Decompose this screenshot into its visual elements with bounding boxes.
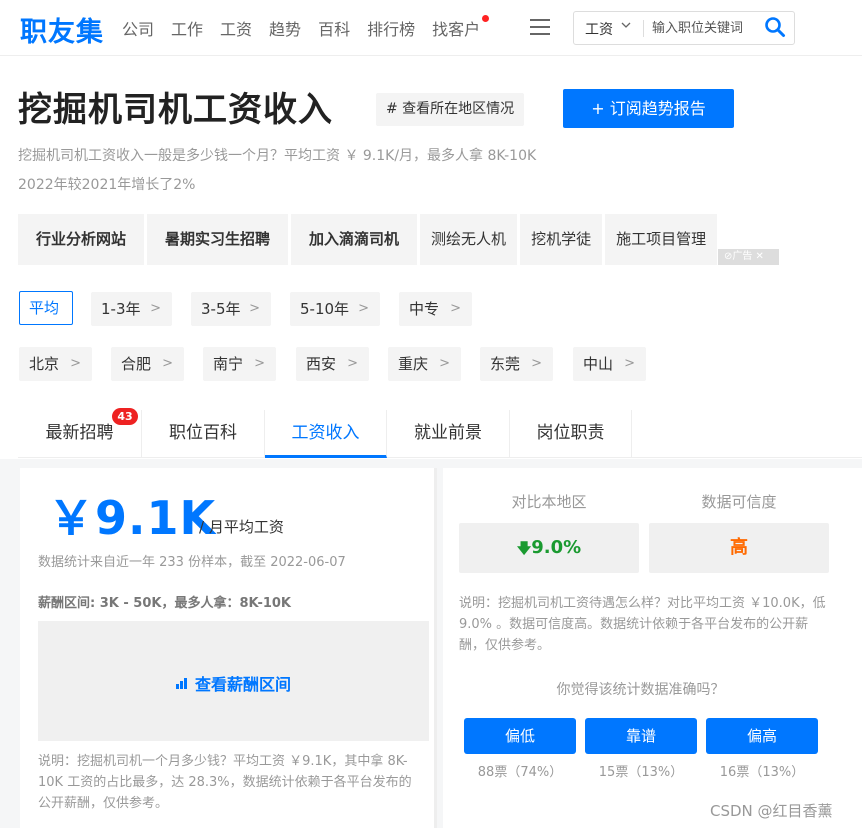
salary-description: 说明：挖掘机司机一个月多少钱？平均工资 ￥9.1K，其中拿 8K-10K 工资的…: [38, 754, 412, 811]
tab-label: 最新招聘: [45, 423, 114, 443]
vote-accurate-button[interactable]: 靠谱: [585, 718, 697, 754]
vote-count: 15票（13%）: [598, 765, 684, 780]
filter-experience[interactable]: 5-10年 >: [290, 292, 380, 326]
tab-job-duties[interactable]: 岗位职责: [510, 410, 632, 458]
chevron-right-icon: >: [162, 356, 173, 371]
chevron-right-icon: >: [531, 356, 542, 371]
chevron-right-icon: >: [358, 301, 369, 316]
filter-city[interactable]: 西安 >: [296, 347, 369, 381]
view-range-link[interactable]: 查看薪酬区间: [176, 671, 291, 695]
chevron-right-icon: >: [249, 301, 260, 316]
tab-salary-income[interactable]: 工资收入: [265, 410, 387, 458]
filter-city[interactable]: 北京 >: [19, 347, 92, 381]
nav-jobs[interactable]: 工作: [171, 16, 203, 40]
region-tag-button[interactable]: # 查看所在地区情况: [376, 93, 525, 126]
chevron-down-icon[interactable]: [621, 20, 631, 33]
growth-text: 2022年较2021年增长了2%: [18, 177, 196, 193]
filter-label: 东莞: [490, 355, 521, 373]
filter-label: 北京: [29, 355, 60, 373]
search-box: 工资: [573, 11, 795, 45]
accuracy-question: 你觉得该统计数据准确吗？: [556, 682, 725, 698]
ad-link[interactable]: 挖机学徒: [520, 214, 603, 265]
average-salary: ￥9.1K: [48, 491, 217, 545]
filter-label: 5-10年: [300, 300, 350, 318]
ad-link[interactable]: 测绘无人机: [420, 214, 518, 265]
ad-mark[interactable]: ⊘广告 ✕: [718, 249, 779, 265]
filter-city[interactable]: 南宁 >: [203, 347, 276, 381]
search-category[interactable]: 工资: [585, 19, 613, 39]
nav-salary[interactable]: 工资: [220, 16, 252, 40]
nav-wiki[interactable]: 百科: [318, 16, 350, 40]
tab-latest-jobs[interactable]: 最新招聘 43: [18, 408, 142, 458]
search-input[interactable]: [652, 18, 762, 38]
search-divider: [643, 20, 644, 37]
chevron-right-icon: >: [254, 356, 265, 371]
subscribe-button[interactable]: + 订阅趋势报告: [563, 89, 734, 128]
filter-city[interactable]: 重庆 >: [388, 347, 461, 381]
local-compare-percent: 9.0%: [531, 537, 582, 558]
filter-label: 南宁: [213, 355, 244, 373]
chevron-right-icon: >: [450, 301, 461, 316]
ad-links: 行业分析网站 暑期实习生招聘 加入滴滴司机 测绘无人机 挖机学徒 施工项目管理: [18, 214, 720, 265]
local-compare-label: 对比本地区: [511, 493, 587, 511]
chevron-right-icon: >: [439, 356, 450, 371]
ad-link[interactable]: 施工项目管理: [605, 214, 718, 265]
filter-label: 3-5年: [201, 300, 241, 318]
filter-label: 重庆: [398, 355, 429, 373]
nav-trends[interactable]: 趋势: [269, 16, 301, 40]
menu-icon[interactable]: [530, 19, 550, 36]
chevron-right-icon: >: [624, 356, 635, 371]
trust-label: 数据可信度: [701, 493, 777, 511]
compare-description: 说明：挖掘机司机工资待遇怎么样？对比平均工资 ￥10.0K，低 9.0% 。数据…: [459, 596, 826, 653]
arrow-down-icon: 🡇: [516, 541, 532, 557]
sample-note: 数据统计来自近一年 233 份样本，截至 2022-06-07: [38, 555, 346, 570]
chevron-right-icon: >: [70, 356, 81, 371]
bar-chart-icon: [176, 677, 190, 689]
count-badge: 43: [112, 408, 138, 425]
vote-high-button[interactable]: 偏高: [706, 718, 818, 754]
salary-unit: / 月平均工资: [199, 518, 284, 536]
filter-label: 1-3年: [101, 300, 141, 318]
tab-employment-outlook[interactable]: 就业前景: [387, 410, 510, 458]
main-nav: 公司 工作 工资 趋势 百科 排行榜 找客户: [122, 15, 497, 40]
notification-dot: [482, 15, 490, 22]
filter-label: 中山: [583, 355, 614, 373]
watermark: CSDN @红目香薰: [710, 802, 833, 820]
top-bar: 职友集 公司 工作 工资 趋势 百科 排行榜 找客户 工资: [0, 0, 862, 56]
view-range-label: 查看薪酬区间: [195, 675, 292, 694]
nav-find-clients[interactable]: 找客户: [432, 15, 490, 40]
chevron-right-icon: >: [150, 301, 161, 316]
nav-find-clients-label: 找客户: [432, 20, 481, 39]
filter-label: 合肥: [121, 355, 152, 373]
ad-link[interactable]: 暑期实习生招聘: [147, 214, 289, 265]
section-tabs: 最新招聘 43 职位百科 工资收入 就业前景 岗位职责: [18, 408, 862, 458]
vote-count: 88票（74%）: [477, 765, 563, 780]
filter-experience[interactable]: 1-3年 >: [91, 292, 172, 326]
search-icon[interactable]: [764, 16, 790, 40]
site-logo[interactable]: 职友集: [20, 10, 104, 49]
salary-range: 薪酬区间: 3K - 50K，最多人拿：8K-10K: [38, 596, 292, 611]
vote-low-button[interactable]: 偏低: [464, 718, 576, 754]
filter-label: 西安: [306, 355, 337, 373]
filter-average[interactable]: 平均: [19, 291, 73, 325]
filter-education[interactable]: 中专 >: [399, 292, 472, 326]
nav-rankings[interactable]: 排行榜: [367, 16, 415, 40]
local-compare-value: 🡇9.0%: [459, 523, 639, 573]
vote-count: 16票（13%）: [719, 765, 805, 780]
filter-city[interactable]: 中山 >: [573, 347, 646, 381]
tab-job-wiki[interactable]: 职位百科: [142, 410, 265, 458]
chevron-right-icon: >: [347, 356, 358, 371]
filter-city[interactable]: 合肥 >: [111, 347, 184, 381]
page-title: 挖掘机司机工资收入: [18, 90, 333, 130]
filter-experience[interactable]: 3-5年 >: [191, 292, 271, 326]
ad-link[interactable]: 加入滴滴司机: [291, 214, 418, 265]
nav-company[interactable]: 公司: [122, 16, 154, 40]
summary-text: 挖掘机司机工资收入一般是多少钱一个月？平均工资 ￥ 9.1K/月，最多人拿 8K…: [18, 148, 537, 164]
ad-link[interactable]: 行业分析网站: [18, 214, 145, 265]
trust-value: 高: [649, 523, 829, 573]
filter-label: 中专: [409, 300, 440, 318]
filter-city[interactable]: 东莞 >: [480, 347, 553, 381]
